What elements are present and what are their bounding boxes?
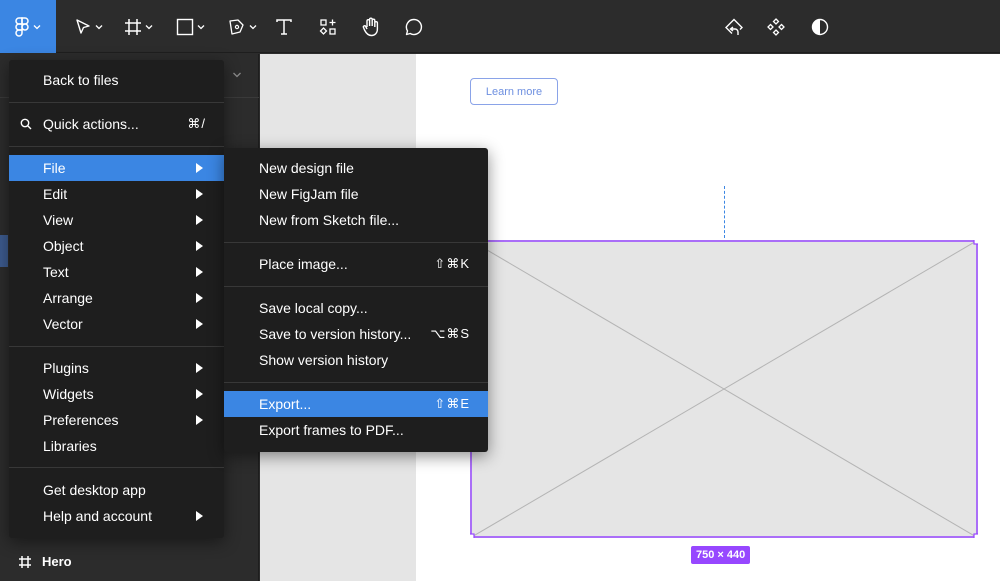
menu-divider: [224, 286, 488, 287]
menu-item-back-to-files[interactable]: Back to files: [9, 67, 224, 93]
chevron-down-icon[interactable]: [232, 71, 242, 79]
main-menu: Back to files Quick actions... ⌘/ File E…: [9, 60, 224, 538]
pen-tool-button[interactable]: [222, 0, 262, 53]
menu-item-plugins[interactable]: Plugins: [9, 355, 224, 381]
image-placeholder[interactable]: [470, 240, 978, 538]
learn-more-button[interactable]: Learn more: [470, 78, 558, 105]
menu-item-edit[interactable]: Edit: [9, 181, 224, 207]
move-tool-button[interactable]: [68, 0, 108, 53]
chevron-down-icon: [197, 24, 204, 29]
selected-layer-highlight: [0, 235, 8, 267]
submenu-arrow-icon: [196, 389, 203, 399]
menu-item-place-image[interactable]: Place image... ⇧⌘K: [224, 251, 488, 277]
components-button[interactable]: [764, 0, 788, 53]
submenu-arrow-icon: [196, 511, 203, 521]
hand-icon: [362, 17, 379, 36]
menu-item-show-version-history[interactable]: Show version history: [224, 347, 488, 373]
hand-tool-button[interactable]: [358, 0, 384, 53]
components-icon: [767, 17, 785, 36]
submenu-arrow-icon: [196, 241, 203, 251]
menu-item-view[interactable]: View: [9, 207, 224, 233]
text-icon: [276, 18, 292, 35]
menu-item-file[interactable]: File: [9, 155, 224, 181]
menu-divider: [9, 146, 224, 147]
contrast-icon: [811, 18, 829, 35]
submenu-arrow-icon: [196, 319, 203, 329]
menu-item-widgets[interactable]: Widgets: [9, 381, 224, 407]
file-submenu: New design file New FigJam file New from…: [224, 148, 488, 452]
resize-handle: [470, 533, 475, 538]
toolbar: [0, 0, 1000, 53]
frame-hash-icon: [19, 555, 31, 568]
menu-item-vector[interactable]: Vector: [9, 311, 224, 337]
cursor-arrow-icon: [75, 18, 90, 34]
chevron-down-icon: [33, 24, 41, 29]
menu-item-libraries[interactable]: Libraries: [9, 433, 224, 459]
shape-tool-button[interactable]: [170, 0, 210, 53]
contrast-button[interactable]: [808, 0, 832, 53]
layer-label: Hero: [42, 554, 72, 569]
menu-item-object[interactable]: Object: [9, 233, 224, 259]
chevron-down-icon: [95, 24, 102, 29]
resize-handle: [973, 533, 978, 538]
menu-item-save-to-version-history[interactable]: Save to version history... ⌥⌘S: [224, 321, 488, 347]
submenu-arrow-icon: [196, 215, 203, 225]
reset-instance-icon: [725, 18, 743, 35]
comment-tool-button[interactable]: [401, 0, 427, 53]
selection-size-badge: 750 × 440: [691, 546, 751, 564]
menu-item-new-from-sketch[interactable]: New from Sketch file...: [224, 207, 488, 233]
menu-item-quick-actions[interactable]: Quick actions... ⌘/: [9, 111, 224, 137]
menu-item-export-frames-to-pdf[interactable]: Export frames to PDF...: [224, 417, 488, 443]
layer-item-hero[interactable]: Hero: [18, 554, 72, 569]
menu-divider: [9, 102, 224, 103]
menu-item-save-local-copy[interactable]: Save local copy...: [224, 295, 488, 321]
figma-editor: Hero Learn more 750 × 440 Back to files …: [0, 0, 1000, 581]
chevron-down-icon: [249, 24, 256, 29]
menu-item-new-design-file[interactable]: New design file: [224, 155, 488, 181]
submenu-arrow-icon: [196, 293, 203, 303]
spacing-guide: [724, 186, 725, 238]
menu-item-help-and-account[interactable]: Help and account: [9, 503, 224, 529]
menu-item-get-desktop-app[interactable]: Get desktop app: [9, 477, 224, 503]
submenu-arrow-icon: [196, 363, 203, 373]
resize-handle: [973, 240, 978, 245]
pen-icon: [228, 18, 244, 35]
menu-divider: [9, 346, 224, 347]
menu-item-preferences[interactable]: Preferences: [9, 407, 224, 433]
comment-icon: [405, 18, 423, 35]
main-menu-button[interactable]: [0, 0, 56, 53]
menu-item-export[interactable]: Export... ⇧⌘E: [224, 391, 488, 417]
menu-item-new-figjam-file[interactable]: New FigJam file: [224, 181, 488, 207]
menu-item-text[interactable]: Text: [9, 259, 224, 285]
menu-divider: [9, 467, 224, 468]
frame-hash-icon: [124, 18, 141, 35]
menu-divider: [224, 242, 488, 243]
menu-item-arrange[interactable]: Arrange: [9, 285, 224, 311]
chevron-down-icon: [145, 24, 152, 29]
figma-logo-icon: [15, 16, 29, 37]
resources-icon: [319, 18, 336, 35]
reset-instance-button[interactable]: [722, 0, 746, 53]
submenu-arrow-icon: [196, 267, 203, 277]
rectangle-icon: [176, 18, 193, 35]
resources-tool-button[interactable]: [316, 0, 340, 53]
frame-tool-button[interactable]: [118, 0, 158, 53]
submenu-arrow-icon: [196, 415, 203, 425]
search-icon: [20, 118, 32, 130]
text-tool-button[interactable]: [272, 0, 296, 53]
menu-divider: [224, 382, 488, 383]
submenu-arrow-icon: [196, 189, 203, 199]
submenu-arrow-icon: [196, 163, 203, 173]
